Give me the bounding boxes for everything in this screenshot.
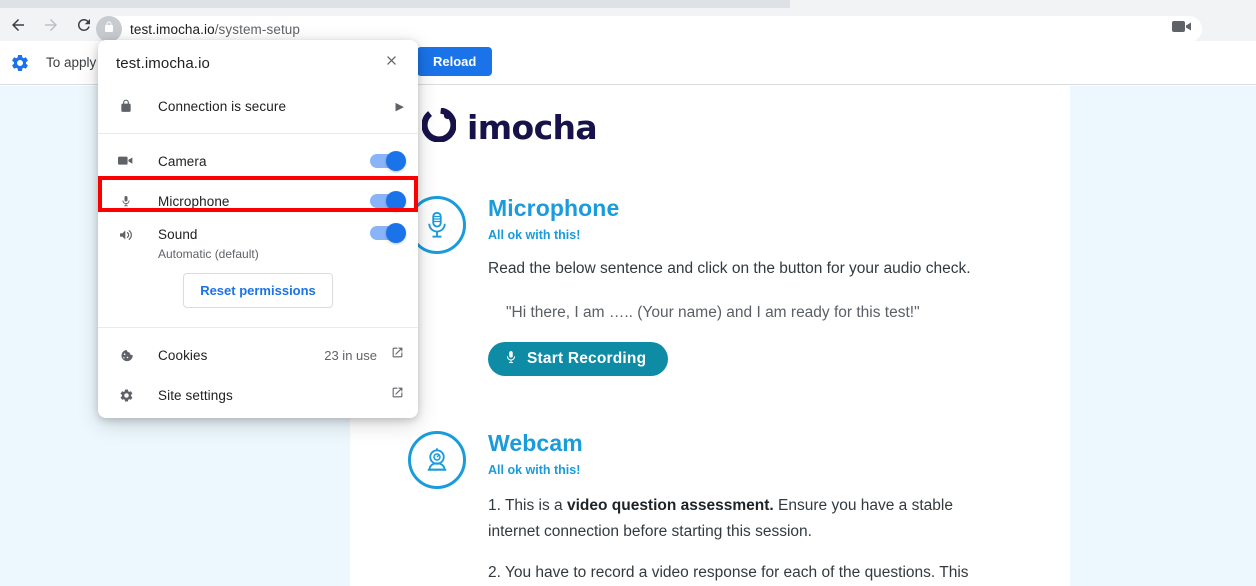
webcam-instruction-2: 2. You have to record a video response f… — [488, 564, 969, 582]
cookie-icon — [116, 348, 136, 363]
permission-label-camera: Camera — [158, 153, 207, 169]
cookies-row[interactable]: Cookies 23 in use — [98, 335, 418, 375]
permission-label-microphone: Microphone — [158, 193, 230, 209]
back-button[interactable] — [3, 10, 33, 40]
gear-icon — [116, 388, 136, 403]
permission-toggle-camera[interactable] — [370, 151, 406, 171]
browser-window: test.imocha.io/system-setup To apply Rel… — [0, 0, 1256, 586]
chevron-right-icon: ▶ — [395, 100, 404, 113]
tab-strip-empty-area — [790, 0, 1256, 8]
popup-header: test.imocha.io — [98, 40, 418, 86]
speaker-icon — [116, 227, 136, 243]
reset-permissions-button[interactable]: Reset permissions — [183, 273, 333, 308]
webcam-item1-bold: video question assessment. — [566, 497, 774, 515]
microphone-instruction: Read the below sentence and click on the… — [488, 260, 971, 278]
toggle-knob — [386, 151, 406, 171]
content-card: imocha Microphone All ok with this! Read… — [350, 86, 1070, 586]
connection-secure-row[interactable]: Connection is secure ▶ — [98, 86, 418, 126]
url-host: test.imocha.io — [130, 21, 215, 37]
permission-texts-sound: Sound Automatic (default) — [158, 226, 370, 261]
active-tab[interactable] — [0, 0, 790, 8]
webcam-circle-icon — [408, 431, 466, 489]
camera-indicator-icon[interactable] — [1172, 20, 1192, 39]
webcam-section: Webcam All ok with this! 1. This is a vi… — [408, 430, 1008, 586]
toggle-knob — [386, 191, 406, 211]
url-path: /system-setup — [214, 21, 301, 37]
imocha-logo-mark — [421, 107, 457, 147]
site-info-button[interactable] — [96, 16, 122, 42]
start-recording-label: Start Recording — [527, 350, 647, 368]
infobar-message: To apply — [46, 55, 97, 70]
microphone-status: All ok with this! — [488, 228, 581, 243]
webcam-title: Webcam — [488, 430, 583, 456]
address-bar[interactable]: test.imocha.io/system-setup — [96, 16, 1202, 42]
toggle-knob — [386, 223, 406, 243]
permission-sub-sound: Automatic (default) — [158, 247, 259, 261]
connection-secure-label: Connection is secure — [158, 98, 287, 114]
close-button[interactable] — [378, 50, 404, 76]
imocha-logo: imocha — [421, 107, 598, 147]
reload-button[interactable] — [69, 10, 99, 40]
microphone-title: Microphone — [488, 195, 620, 221]
lock-icon — [116, 99, 136, 113]
imocha-logo-text: imocha — [467, 108, 598, 147]
reset-permissions-wrap: Reset permissions — [98, 265, 418, 320]
cookies-label: Cookies — [158, 347, 208, 363]
gear-icon — [10, 53, 30, 73]
forward-button[interactable] — [36, 10, 66, 40]
tab-strip — [0, 0, 1256, 8]
video-camera-icon — [116, 155, 136, 167]
popup-title: test.imocha.io — [116, 54, 210, 72]
external-link-icon — [391, 386, 404, 404]
permission-row-microphone[interactable]: Microphone — [98, 181, 418, 221]
webcam-instruction-1: 1. This is a video question assessment. … — [488, 493, 988, 544]
omnibox-actions — [1172, 20, 1192, 39]
browser-toolbar: test.imocha.io/system-setup — [0, 8, 1256, 42]
permission-label-sound: Sound — [158, 227, 198, 242]
forward-arrow-icon — [42, 16, 60, 34]
popup-divider-1 — [98, 133, 418, 134]
webcam-body: Webcam All ok with this! 1. This is a vi… — [488, 430, 1008, 586]
popup-divider-2 — [98, 327, 418, 328]
permission-toggle-microphone[interactable] — [370, 191, 406, 211]
close-icon — [384, 53, 399, 73]
external-link-icon — [391, 346, 404, 364]
permission-toggle-sound[interactable] — [370, 223, 406, 243]
webcam-item1-prefix: 1. This is a — [488, 497, 567, 515]
webcam-status: All ok with this! — [488, 463, 581, 478]
cookies-count: 23 in use — [324, 347, 377, 363]
site-info-popup: test.imocha.io Connection is secure ▶ Ca… — [98, 40, 418, 418]
reload-icon — [75, 16, 93, 34]
lock-icon — [103, 20, 115, 38]
microphone-icon — [504, 348, 518, 371]
microphone-icon — [116, 193, 136, 209]
start-recording-button[interactable]: Start Recording — [488, 342, 669, 377]
microphone-sample-sentence: "Hi there, I am ….. (Your name) and I am… — [506, 304, 920, 322]
permission-row-sound[interactable]: Sound Automatic (default) — [98, 221, 418, 265]
permission-row-camera[interactable]: Camera — [98, 141, 418, 181]
reload-page-button[interactable]: Reload — [417, 47, 493, 76]
back-arrow-icon — [9, 16, 27, 34]
microphone-body: Microphone All ok with this! Read the be… — [488, 195, 1008, 377]
url-text: test.imocha.io/system-setup — [130, 22, 300, 37]
site-settings-row[interactable]: Site settings — [98, 375, 418, 415]
site-settings-label: Site settings — [158, 387, 233, 403]
microphone-section: Microphone All ok with this! Read the be… — [408, 195, 1008, 377]
